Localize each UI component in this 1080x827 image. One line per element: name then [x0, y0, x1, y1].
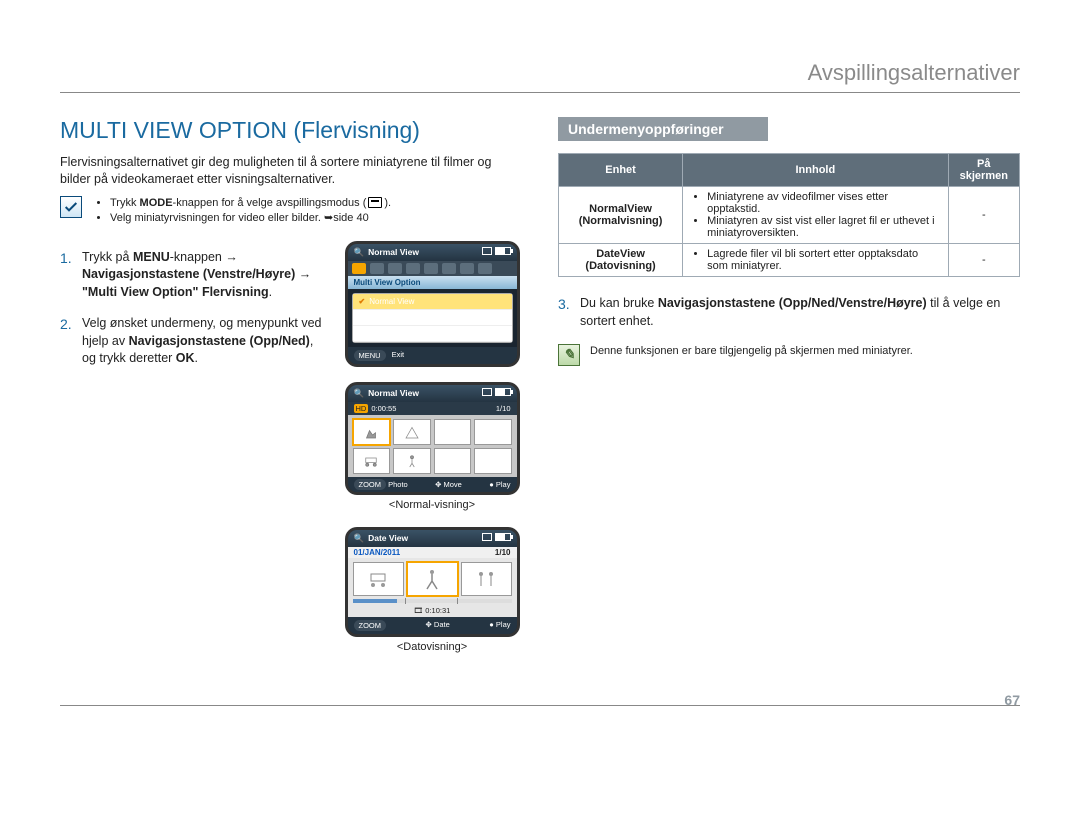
magnifier-icon: 🔍 — [354, 388, 365, 399]
date-label: 01/JAN/2011 — [354, 548, 401, 557]
step-1: Trykk på MENU-knappen → Navigasjonstaste… — [60, 249, 328, 302]
play-label: Play — [496, 480, 511, 489]
date-view-caption: <Datovisning> — [342, 641, 522, 653]
check-icon — [60, 196, 82, 218]
precondition-item: Trykk MODE-knappen for å velge avspillin… — [110, 196, 391, 211]
table-cell: NormalView (Normalvisning) — [559, 187, 683, 244]
table-cell: - — [948, 244, 1019, 277]
menu-category: Multi View Option — [348, 276, 517, 289]
card-icon — [482, 247, 492, 255]
menu-screen: 🔍Normal View Multi View Option ✔Normal V… — [345, 241, 520, 367]
date-view-screen: 🔍Date View 01/JAN/20111/10 🎞 0:10:31 ZOO… — [345, 527, 520, 637]
move-label: Move — [444, 480, 462, 489]
elapsed-time: 0:00:55 — [371, 404, 396, 413]
table-header: Enhet — [559, 154, 683, 187]
screen-title: Normal View — [368, 247, 419, 257]
menu-option-selected: ✔Normal View — [353, 294, 512, 310]
card-icon — [482, 533, 492, 541]
table-header: Innhold — [683, 154, 948, 187]
menu-label: MENU — [354, 350, 386, 361]
menu-option — [353, 326, 512, 342]
screen-title: Normal View — [368, 388, 419, 398]
zoom-label: ZOOM — [354, 479, 387, 490]
hd-icon: HD — [354, 404, 369, 413]
thumbnail — [353, 419, 391, 445]
page-number: 67 — [1004, 692, 1020, 708]
date-nav-label: Date — [434, 620, 450, 629]
step-3: Du kan bruke Navigasjonstastene (Opp/Ned… — [558, 295, 1020, 330]
note-icon: ✎ — [558, 344, 580, 366]
play-label: Play — [496, 620, 511, 629]
right-column: Undermenyoppføringer Enhet Innhold På sk… — [558, 117, 1020, 669]
table-cell: DateView (Datovisning) — [559, 244, 683, 277]
photo-label: Photo — [388, 480, 408, 489]
counter: 1/10 — [496, 404, 511, 413]
playback-mode-icon — [368, 197, 382, 208]
tab-row — [348, 261, 517, 276]
normal-view-screen: 🔍Normal View HD0:00:55 1/10 — [345, 382, 520, 495]
normal-view-caption: <Normal-visning> — [342, 499, 522, 511]
note-text: Denne funksjonen er bare tilgjengelig på… — [590, 344, 913, 366]
note-block: ✎ Denne funksjonen er bare tilgjengelig … — [558, 344, 1020, 366]
left-column: MULTI VIEW OPTION (Flervisning) Flervisn… — [60, 117, 522, 669]
clip-time: 0:10:31 — [425, 606, 450, 615]
battery-icon — [495, 247, 511, 255]
section-title: MULTI VIEW OPTION (Flervisning) — [60, 117, 522, 144]
table-cell: Miniatyrene av videofilmer vises etter o… — [683, 187, 948, 244]
precondition-item: Velg miniatyrvisningen for video eller b… — [110, 211, 391, 226]
zoom-label: ZOOM — [354, 620, 387, 631]
page-category: Avspillingsalternativer — [60, 60, 1020, 93]
precondition-block: Trykk MODE-knappen for å velge avspillin… — [60, 196, 522, 227]
battery-icon — [495, 388, 511, 396]
step-2: Velg ønsket undermeny, og menypunkt ved … — [60, 315, 328, 368]
exit-label: Exit — [392, 350, 405, 361]
screen-title: Date View — [368, 533, 408, 543]
card-icon — [482, 388, 492, 396]
menu-option: Date View — [353, 310, 512, 326]
counter: 1/10 — [495, 548, 511, 557]
submenu-heading: Undermenyoppføringer — [558, 117, 768, 141]
table-cell: - — [948, 187, 1019, 244]
table-header: På skjermen — [948, 154, 1019, 187]
table-cell: Lagrede filer vil bli sortert etter oppt… — [683, 244, 948, 277]
intro-paragraph: Flervisningsalternativet gir deg mulighe… — [60, 154, 522, 188]
magnifier-icon: 🔍 — [354, 533, 365, 544]
battery-icon — [495, 533, 511, 541]
magnifier-icon: 🔍 — [354, 247, 365, 258]
submenu-table: Enhet Innhold På skjermen NormalView (No… — [558, 153, 1020, 277]
